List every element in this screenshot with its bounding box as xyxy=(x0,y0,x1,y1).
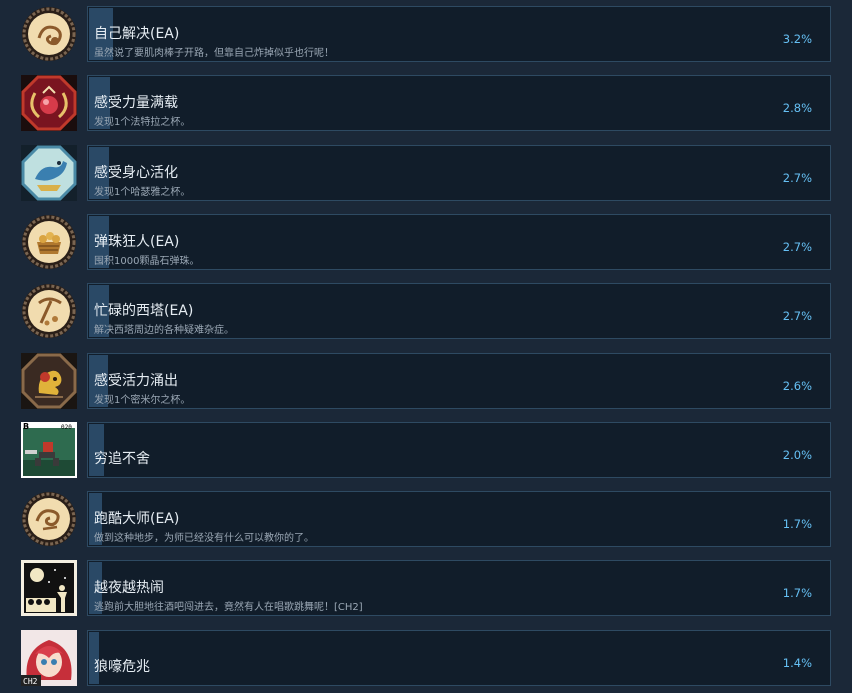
achievement-description: 虽然说了要肌肉棒子开路，但靠自己炸掉似乎也行呢！ xyxy=(94,48,334,59)
achievement-row[interactable]: 跑酷大师(EA) 做到这种地步，为师已经没有什么可以教你的了。 1.7% xyxy=(20,491,832,549)
blue-bird-icon xyxy=(21,144,77,201)
achievement-panel: 自己解决(EA) 虽然说了要肌肉棒子开路，但靠自己炸掉似乎也行呢！ 3.2% xyxy=(87,6,831,62)
unlock-percentage: 2.0% xyxy=(782,447,812,462)
achievement-description: 逃跑前大胆地往酒吧闯进去，竟然有人在唱歌跳舞呢！[CH2] xyxy=(94,602,363,614)
achievement-list: 自己解决(EA) 虽然说了要肌肉棒子开路，但靠自己炸掉似乎也行呢！ 3.2% 感受力… xyxy=(0,0,852,693)
achievement-description: 发现1个密米尔之杯。 xyxy=(94,394,191,406)
achievement-panel: 感受活力涌出发现1个密米尔之杯。 2.6% xyxy=(87,352,831,409)
achievement-row[interactable]: 弹珠狂人(EA) 囤积1000颗晶石弹珠。 2.7% xyxy=(20,213,832,272)
icon-text-number: 020 xyxy=(61,424,72,431)
treasure-basket-icon xyxy=(21,214,77,270)
achievement-panel: 越夜越热闹逃跑前大胆地往酒吧闯进去，竟然有人在唱歌跳舞呢！[CH2] 1.7% xyxy=(87,560,831,617)
achievement-description: 发现1个法特拉之杯。 xyxy=(94,117,191,129)
unlock-percentage: 3.2% xyxy=(782,32,812,46)
achievement-row[interactable]: 越夜越热闹逃跑前大胆地往酒吧闯进去，竟然有人在唱歌跳舞呢！[CH2] 1.7% xyxy=(20,560,832,618)
achievement-title: 越夜越热闹 xyxy=(94,580,164,597)
achievement-title: 感受力量满载 xyxy=(94,95,178,112)
icon-text-grade: B xyxy=(23,422,29,431)
achievement-title: 弹珠狂人(EA) xyxy=(94,233,180,250)
achievement-row[interactable]: CH2 狼嚎危兆 1.4% xyxy=(20,629,832,688)
achievement-description: 做到这种地步，为师已经没有什么可以教你的了。 xyxy=(94,533,314,545)
achievement-title: 狼嚎危兆 xyxy=(94,658,150,675)
cookie-medal-icon xyxy=(21,6,77,62)
unlock-percentage: 2.7% xyxy=(782,239,812,254)
red-hair-girl-icon: CH2 xyxy=(21,629,77,686)
achievement-title: 感受身心活化 xyxy=(94,164,178,181)
red-orb-icon xyxy=(21,75,77,132)
achievement-title: 忙碌的西塔(EA) xyxy=(94,303,194,320)
achievement-title: 感受活力涌出 xyxy=(94,372,178,389)
icon-text-chapter: CH2 xyxy=(23,677,38,686)
achievement-description: 解决西塔周边的各种疑难杂症。 xyxy=(94,325,234,337)
pixel-runner-icon: B 020 xyxy=(21,421,77,478)
achievement-description: 囤积1000颗晶石弹珠。 xyxy=(94,255,200,267)
achievement-title: 穷追不舍 xyxy=(94,450,150,467)
achievement-panel: 感受力量满载发现1个法特拉之杯。 2.8% xyxy=(87,75,831,132)
achievement-row[interactable]: 感受身心活化发现1个哈瑟雅之杯。 2.7% xyxy=(20,144,832,203)
achievement-row[interactable]: B 020 穷追不舍 2.0% xyxy=(20,421,832,480)
achievement-description: 发现1个哈瑟雅之杯。 xyxy=(94,186,191,198)
achievement-row[interactable]: 忙碌的西塔(EA) 解决西塔周边的各种疑难杂症。 2.7% xyxy=(20,283,832,341)
pickaxe-medal-icon xyxy=(21,283,77,339)
unlock-percentage: 2.8% xyxy=(782,101,812,116)
unlock-percentage: 2.7% xyxy=(782,309,812,324)
swirl-medal-icon xyxy=(21,491,77,547)
achievement-row[interactable]: 感受活力涌出发现1个密米尔之杯。 2.6% xyxy=(20,352,832,411)
night-moon-icon xyxy=(21,560,77,617)
achievement-panel: 狼嚎危兆 1.4% xyxy=(87,629,831,686)
achievement-row[interactable]: 自己解决(EA) 虽然说了要肌肉棒子开路，但靠自己炸掉似乎也行呢！ 3.2% xyxy=(20,6,832,64)
achievement-row[interactable]: 感受力量满载发现1个法特拉之杯。 2.8% xyxy=(20,75,832,133)
golden-creature-icon xyxy=(21,352,77,409)
achievement-title: 自己解决(EA) xyxy=(94,26,180,42)
achievement-panel: 跑酷大师(EA) 做到这种地步，为师已经没有什么可以教你的了。 1.7% xyxy=(87,491,831,548)
unlock-percentage: 1.7% xyxy=(782,517,812,532)
unlock-percentage: 2.6% xyxy=(782,378,812,393)
unlock-percentage: 2.7% xyxy=(782,170,812,185)
achievement-panel: 穷追不舍 2.0% xyxy=(87,421,831,478)
achievement-title: 跑酷大师(EA) xyxy=(94,511,180,528)
achievement-panel: 弹珠狂人(EA) 囤积1000颗晶石弹珠。 2.7% xyxy=(87,213,831,270)
unlock-percentage: 1.4% xyxy=(782,655,812,670)
unlock-percentage: 1.7% xyxy=(782,586,812,601)
achievement-panel: 忙碌的西塔(EA) 解决西塔周边的各种疑难杂症。 2.7% xyxy=(87,283,831,340)
achievement-panel: 感受身心活化发现1个哈瑟雅之杯。 2.7% xyxy=(87,144,831,201)
